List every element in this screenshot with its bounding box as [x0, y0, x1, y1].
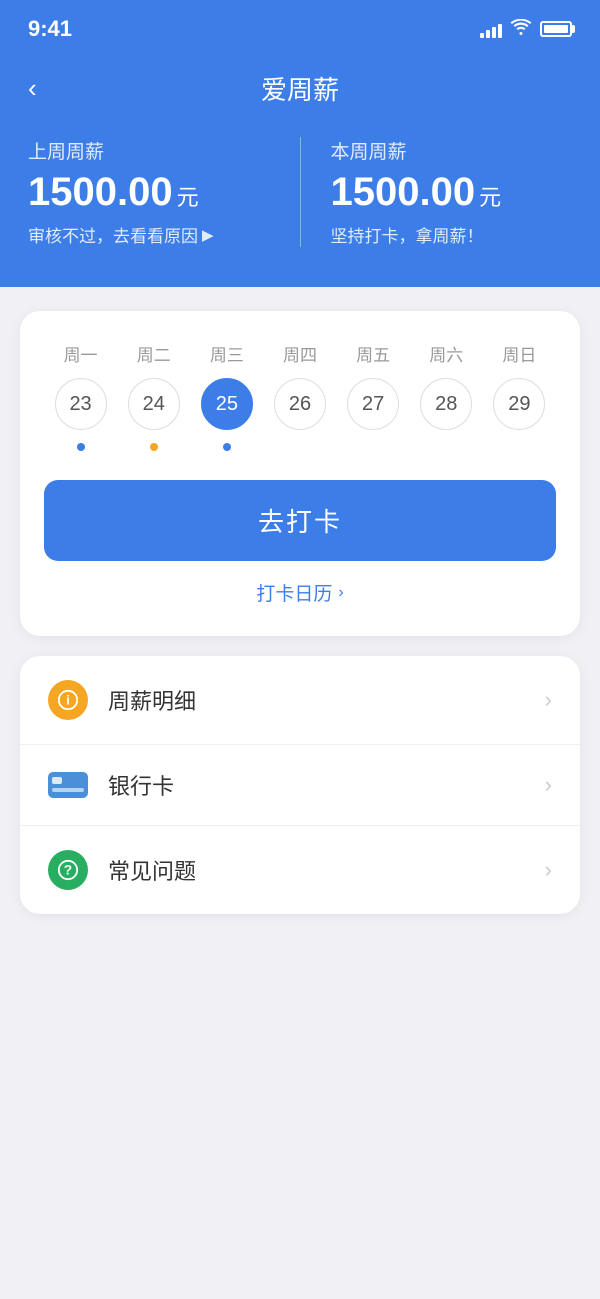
day-col-29[interactable]: 周日 29	[483, 341, 556, 452]
menu-item-faq[interactable]: ? 常见问题 ›	[20, 826, 580, 914]
day-label: 周一	[64, 341, 98, 366]
day-circle[interactable]: 24	[128, 378, 180, 430]
day-dot-row	[77, 442, 85, 452]
menu-item-salary-detail[interactable]: i 周薪明细 ›	[20, 656, 580, 745]
faq-icon: ?	[48, 850, 88, 890]
faq-label: 常见问题	[108, 854, 545, 886]
signal-icon	[480, 20, 502, 38]
faq-arrow: ›	[545, 857, 552, 883]
day-col-23[interactable]: 周一 23	[44, 341, 117, 452]
day-label: 周六	[429, 341, 463, 366]
day-col-26[interactable]: 周四 26	[263, 341, 336, 452]
this-week-amount: 1500.00元	[331, 172, 573, 212]
day-circle[interactable]: 27	[347, 378, 399, 430]
bank-card-label: 银行卡	[108, 769, 545, 801]
status-time: 9:41	[28, 16, 72, 42]
day-col-24[interactable]: 周二 24	[117, 341, 190, 452]
day-dot	[77, 443, 85, 451]
day-col-27[interactable]: 周五 27	[337, 341, 410, 452]
day-dot	[150, 443, 158, 451]
this-week-sub: 坚持打卡，拿周薪！	[331, 222, 573, 247]
calendar-link[interactable]: 打卡日历 ›	[44, 579, 556, 606]
main-content: 周一23周二24周三25周四26周五27周六28周日29 去打卡 打卡日历 › …	[0, 287, 600, 938]
last-week-label: 上周周薪	[28, 137, 270, 164]
svg-text:?: ?	[64, 863, 72, 878]
page-title: 爱周薪	[261, 70, 339, 107]
day-label: 周二	[137, 341, 171, 366]
last-week-sub[interactable]: 审核不过，去看看原因 ▶	[28, 222, 270, 247]
day-label: 周三	[210, 341, 244, 366]
wifi-icon	[510, 19, 532, 40]
salary-detail-label: 周薪明细	[108, 684, 545, 716]
bank-card-icon	[48, 772, 88, 798]
last-week-arrow: ▶	[202, 226, 214, 244]
last-week-salary: 上周周薪 1500.00元 审核不过，去看看原因 ▶	[28, 137, 301, 247]
day-label: 周五	[356, 341, 390, 366]
day-circle[interactable]: 28	[420, 378, 472, 430]
salary-detail-icon: i	[48, 680, 88, 720]
day-label: 周四	[283, 341, 317, 366]
salary-detail-arrow: ›	[545, 687, 552, 713]
week-calendar: 周一 23 周二 24 周三 25 周四 26 周五 27 周六 28 周日 29	[44, 341, 556, 452]
last-week-amount: 1500.00元	[28, 172, 270, 212]
header: ‹ 爱周薪	[0, 54, 600, 127]
day-col-28[interactable]: 周六 28	[410, 341, 483, 452]
this-week-salary: 本周周薪 1500.00元 坚持打卡，拿周薪！	[301, 137, 573, 247]
svg-text:i: i	[66, 693, 70, 708]
day-circle[interactable]: 23	[55, 378, 107, 430]
day-dot-row	[223, 442, 231, 452]
menu-item-bank-card[interactable]: 银行卡 ›	[20, 745, 580, 826]
day-circle[interactable]: 26	[274, 378, 326, 430]
back-button[interactable]: ‹	[28, 73, 37, 104]
battery-icon	[540, 21, 572, 37]
day-circle[interactable]: 25	[201, 378, 253, 430]
status-bar: 9:41	[0, 0, 600, 54]
salary-section: 上周周薪 1500.00元 审核不过，去看看原因 ▶ 本周周薪 1500.00元…	[0, 127, 600, 287]
bank-card-arrow: ›	[545, 772, 552, 798]
day-dot-row	[150, 442, 158, 452]
calendar-card: 周一 23 周二 24 周三 25 周四 26 周五 27 周六 28 周日 29 去打卡 打卡日历 ›	[20, 311, 580, 636]
day-col-25[interactable]: 周三 25	[190, 341, 263, 452]
day-circle[interactable]: 29	[493, 378, 545, 430]
day-label: 周日	[502, 341, 536, 366]
day-dot	[223, 443, 231, 451]
checkin-button[interactable]: 去打卡	[44, 480, 556, 561]
menu-card: i 周薪明细 › 银行卡 › ? 常见问题 ›	[20, 656, 580, 914]
status-icons	[480, 19, 572, 40]
this-week-label: 本周周薪	[331, 137, 573, 164]
calendar-link-arrow: ›	[338, 584, 343, 602]
